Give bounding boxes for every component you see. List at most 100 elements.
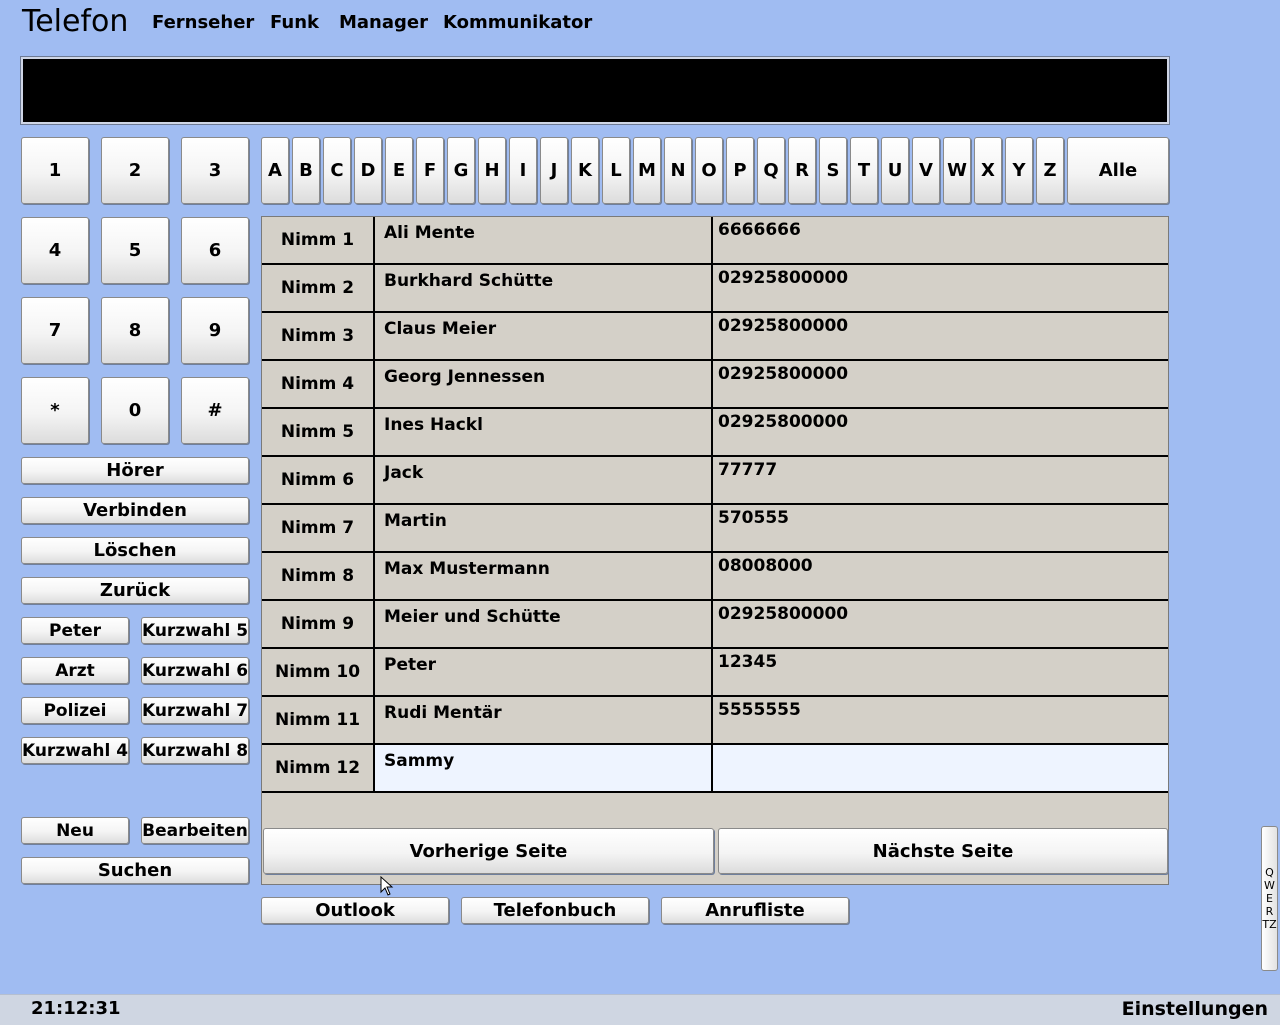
contact-number: 02925800000 (718, 604, 849, 624)
key-0[interactable]: 0 (101, 377, 169, 444)
contact-row[interactable]: Nimm 12 Sammy (262, 745, 1168, 793)
menu-fernseher[interactable]: Fernseher (152, 12, 254, 33)
contact-row[interactable]: Nimm 6 Jack 77777 (262, 457, 1168, 505)
filter-letter-o[interactable]: O (695, 137, 723, 204)
key-star[interactable]: * (21, 377, 89, 444)
contact-name: Jack (375, 457, 713, 503)
filter-letter-b[interactable]: B (292, 137, 320, 204)
contact-name: Burkhard Schütte (375, 265, 713, 311)
contact-row[interactable]: Nimm 4 Georg Jennessen 02925800000 (262, 361, 1168, 409)
contact-number: 02925800000 (718, 364, 849, 384)
speed-dial-kurzwahl-6[interactable]: Kurzwahl 6 (141, 657, 249, 684)
filter-letter-f[interactable]: F (416, 137, 444, 204)
contact-name: Claus Meier (375, 313, 713, 359)
menu-kommunikator[interactable]: Kommunikator (443, 12, 592, 33)
filter-letter-r[interactable]: R (788, 137, 816, 204)
nimm-button[interactable]: Nimm 12 (262, 745, 375, 791)
nimm-button[interactable]: Nimm 3 (262, 313, 375, 359)
nimm-button[interactable]: Nimm 6 (262, 457, 375, 503)
filter-letter-y[interactable]: Y (1005, 137, 1033, 204)
filter-letter-u[interactable]: U (881, 137, 909, 204)
key-hash[interactable]: # (181, 377, 249, 444)
filter-letter-e[interactable]: E (385, 137, 413, 204)
filter-letter-a[interactable]: A (261, 137, 289, 204)
settings-link[interactable]: Einstellungen (1122, 998, 1268, 1020)
telefonbuch-button[interactable]: Telefonbuch (461, 897, 649, 924)
contact-row[interactable]: Nimm 5 Ines Hackl 02925800000 (262, 409, 1168, 457)
zurueck-button[interactable]: Zurück (21, 577, 249, 604)
contact-row[interactable]: Nimm 11 Rudi Mentär 5555555 (262, 697, 1168, 745)
key-7[interactable]: 7 (21, 297, 89, 364)
filter-letter-i[interactable]: I (509, 137, 537, 204)
nimm-button[interactable]: Nimm 1 (262, 217, 375, 263)
filter-letter-p[interactable]: P (726, 137, 754, 204)
filter-letter-h[interactable]: H (478, 137, 506, 204)
next-page-button[interactable]: Nächste Seite (718, 828, 1168, 874)
menu-manager[interactable]: Manager (339, 12, 428, 33)
key-8[interactable]: 8 (101, 297, 169, 364)
key-9[interactable]: 9 (181, 297, 249, 364)
filter-letter-l[interactable]: L (602, 137, 630, 204)
menu-funk[interactable]: Funk (270, 12, 319, 33)
key-6[interactable]: 6 (181, 217, 249, 284)
filter-letter-k[interactable]: K (571, 137, 599, 204)
nimm-button[interactable]: Nimm 5 (262, 409, 375, 455)
bearbeiten-button[interactable]: Bearbeiten (141, 817, 249, 844)
filter-letter-j[interactable]: J (540, 137, 568, 204)
nimm-button[interactable]: Nimm 10 (262, 649, 375, 695)
mouse-cursor-icon (380, 876, 394, 896)
filter-letter-c[interactable]: C (323, 137, 351, 204)
suchen-button[interactable]: Suchen (21, 857, 249, 884)
key-3[interactable]: 3 (181, 137, 249, 204)
filter-letter-w[interactable]: W (943, 137, 971, 204)
outlook-button[interactable]: Outlook (261, 897, 449, 924)
contact-number: 6666666 (718, 220, 801, 240)
speed-dial-kurzwahl-8[interactable]: Kurzwahl 8 (141, 737, 249, 764)
anrufliste-button[interactable]: Anrufliste (661, 897, 849, 924)
key-2[interactable]: 2 (101, 137, 169, 204)
verbinden-button[interactable]: Verbinden (21, 497, 249, 524)
filter-letter-n[interactable]: N (664, 137, 692, 204)
previous-page-button[interactable]: Vorherige Seite (263, 828, 714, 874)
filter-letter-d[interactable]: D (354, 137, 382, 204)
nimm-button[interactable]: Nimm 2 (262, 265, 375, 311)
qwertz-letter: Q (1265, 866, 1274, 879)
contact-name: Ines Hackl (375, 409, 713, 455)
key-5[interactable]: 5 (101, 217, 169, 284)
filter-letter-v[interactable]: V (912, 137, 940, 204)
filter-letter-z[interactable]: Z (1036, 137, 1064, 204)
filter-letter-x[interactable]: X (974, 137, 1002, 204)
loeschen-button[interactable]: Löschen (21, 537, 249, 564)
contact-row[interactable]: Nimm 7 Martin 570555 (262, 505, 1168, 553)
contact-row[interactable]: Nimm 8 Max Mustermann 08008000 (262, 553, 1168, 601)
speed-dial-arzt[interactable]: Arzt (21, 657, 129, 684)
filter-letter-g[interactable]: G (447, 137, 475, 204)
nimm-button[interactable]: Nimm 9 (262, 601, 375, 647)
contact-row[interactable]: Nimm 1 Ali Mente 6666666 (262, 217, 1168, 265)
speed-dial-kurzwahl-5[interactable]: Kurzwahl 5 (141, 617, 249, 644)
speed-dial-peter[interactable]: Peter (21, 617, 129, 644)
contact-row[interactable]: Nimm 10 Peter 12345 (262, 649, 1168, 697)
contact-name: Rudi Mentär (375, 697, 713, 743)
filter-letter-m[interactable]: M (633, 137, 661, 204)
hoerer-button[interactable]: Hörer (21, 457, 249, 484)
speed-dial-kurzwahl-4[interactable]: Kurzwahl 4 (21, 737, 129, 764)
speed-dial-kurzwahl-7[interactable]: Kurzwahl 7 (141, 697, 249, 724)
contact-number: 08008000 (718, 556, 813, 576)
speed-dial-polizei[interactable]: Polizei (21, 697, 129, 724)
filter-alle-button[interactable]: Alle (1067, 137, 1169, 204)
key-4[interactable]: 4 (21, 217, 89, 284)
contact-row[interactable]: Nimm 3 Claus Meier 02925800000 (262, 313, 1168, 361)
filter-letter-s[interactable]: S (819, 137, 847, 204)
nimm-button[interactable]: Nimm 4 (262, 361, 375, 407)
filter-letter-t[interactable]: T (850, 137, 878, 204)
nimm-button[interactable]: Nimm 8 (262, 553, 375, 599)
key-1[interactable]: 1 (21, 137, 89, 204)
qwertz-keyboard-toggle[interactable]: Q W E R TZ (1261, 826, 1278, 971)
nimm-button[interactable]: Nimm 11 (262, 697, 375, 743)
contact-row[interactable]: Nimm 2 Burkhard Schütte 02925800000 (262, 265, 1168, 313)
contact-row[interactable]: Nimm 9 Meier und Schütte 02925800000 (262, 601, 1168, 649)
filter-letter-q[interactable]: Q (757, 137, 785, 204)
neu-button[interactable]: Neu (21, 817, 129, 844)
nimm-button[interactable]: Nimm 7 (262, 505, 375, 551)
